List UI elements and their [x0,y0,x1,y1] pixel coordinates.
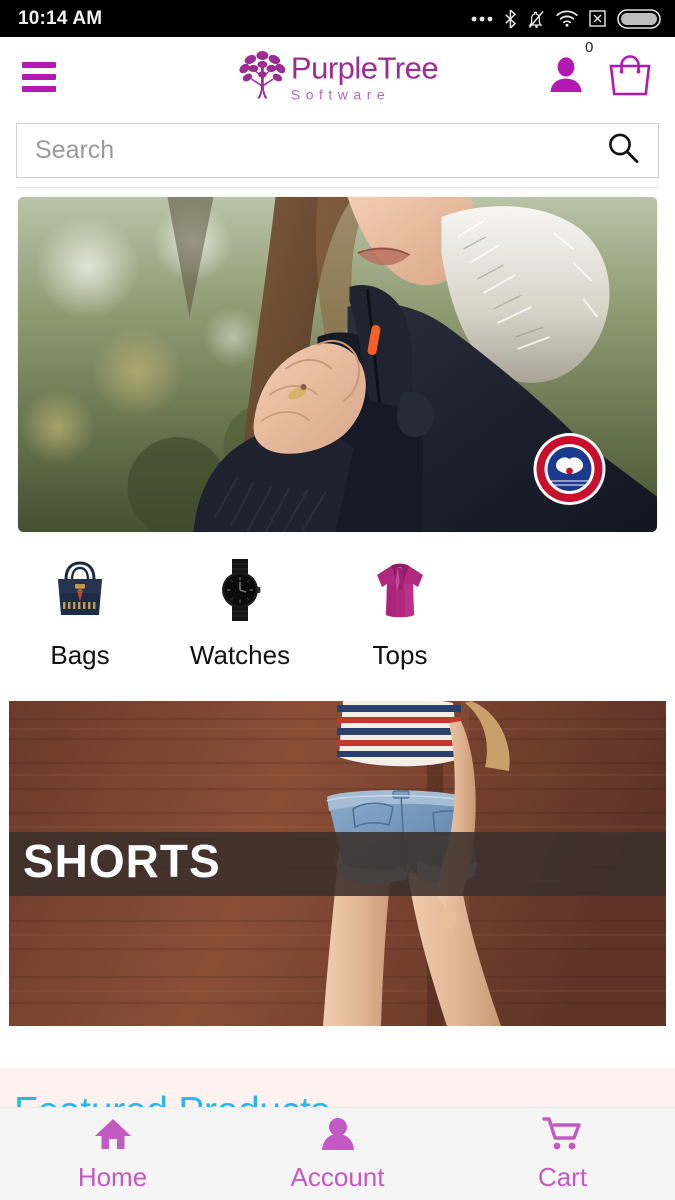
person-icon [318,1116,358,1157]
cart-count-badge: 0 [585,38,594,56]
cart-button[interactable]: 0 [585,39,653,102]
home-icon [93,1116,133,1157]
search-section [0,117,675,188]
nav-label: Account [290,1161,385,1192]
nav-item-account[interactable]: Account [225,1116,450,1193]
nav-item-home[interactable]: Home [0,1116,225,1193]
nav-label: Home [77,1161,148,1192]
bluetooth-icon [504,8,517,29]
more-dots-icon [471,15,493,23]
category-row: Bags Watches Tops [0,532,675,671]
status-bar: 10:14 AM [0,0,675,37]
category-item-watches[interactable]: Watches [160,554,320,671]
app-logo[interactable]: PurpleTree Software [237,47,439,108]
app-header: PurpleTree Software 0 [0,37,675,117]
shorts-banner[interactable]: SHORTS [9,701,666,1026]
nav-label: Cart [537,1161,588,1192]
status-time: 10:14 AM [18,7,103,29]
nav-item-cart[interactable]: Cart [450,1116,675,1193]
category-item-bags[interactable]: Bags [0,554,160,671]
category-label: Bags [50,640,110,670]
watch-image [204,554,276,626]
wifi-icon [556,10,578,27]
category-label: Watches [189,640,291,670]
blouse-image [364,554,436,626]
header-actions: 0 [549,39,653,102]
svg-text:SHORTS: SHORTS [23,835,221,887]
notifications-muted-icon [528,9,545,29]
search-box[interactable] [16,123,659,178]
hamburger-menu-icon[interactable] [22,62,56,92]
status-icons [471,8,661,29]
cart-icon [541,1116,584,1157]
category-label: Tops [372,640,428,670]
hero-banner-section [0,188,675,532]
category-item-tops[interactable]: Tops [320,554,480,671]
no-sim-icon [589,10,606,27]
search-icon[interactable] [606,131,640,170]
search-input[interactable] [35,136,606,165]
bottom-navigation: Home Account Cart [0,1107,675,1200]
logo-secondary-text: Software [290,86,391,103]
hero-banner[interactable] [18,197,657,532]
shopping-bag-icon [607,53,653,102]
logo-primary-text: PurpleTree [290,50,439,86]
account-icon[interactable] [549,56,583,99]
handbag-image [44,554,116,626]
battery-icon [617,8,661,29]
tree-icon [237,47,287,108]
shorts-banner-section: SHORTS [0,671,675,1026]
